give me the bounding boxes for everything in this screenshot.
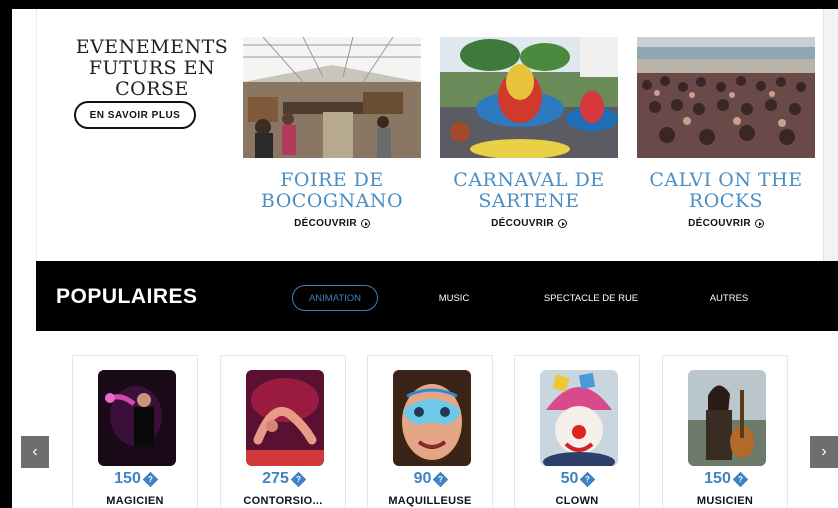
page: EVENEMENTS FUTURS EN CORSE EN SAVOIR PLU… (12, 9, 838, 508)
artist-name[interactable]: MAGICIEN (73, 495, 197, 507)
artist-card[interactable]: 150? MAGICIEN (72, 355, 198, 508)
currency-icon: ? (433, 471, 449, 488)
decouvrir-label: DÉCOUVRIR (294, 218, 357, 229)
artist-card[interactable]: 90? MAQUILLEUSE (367, 355, 493, 508)
populaires-title: POPULAIRES (56, 285, 198, 308)
event-name[interactable]: CARNAVAL DE SARTENE (440, 170, 618, 212)
arrow-circle-icon (754, 219, 764, 228)
decouvrir-link[interactable]: DÉCOUVRIR (440, 218, 618, 229)
artist-price-value: 275 (262, 470, 289, 487)
chevron-right-icon: › (821, 443, 827, 460)
artist-price: 50? (515, 470, 639, 488)
tab-spectacle-de-rue[interactable]: SPECTACLE DE RUE (536, 285, 646, 311)
decouvrir-link[interactable]: DÉCOUVRIR (637, 218, 815, 229)
currency-icon: ? (732, 471, 749, 488)
arrow-circle-icon (557, 219, 567, 228)
artist-price-value: 150 (704, 470, 731, 487)
artist-price: 90? (368, 470, 492, 488)
event-card[interactable]: CALVI ON THE ROCKS DÉCOUVRIR (637, 37, 815, 229)
artist-price: 275? (221, 470, 345, 488)
event-photo-beach[interactable] (637, 37, 815, 158)
artist-card[interactable]: 275? CONTORSIO... (220, 355, 346, 508)
popular-carousel: 150? MAGICIEN 275? CONTORSIO... 90 ? MAQ… (12, 331, 838, 508)
tab-animation[interactable]: ANIMATION (292, 285, 378, 311)
decouvrir-link[interactable]: DÉCOUVRIR (243, 218, 421, 229)
tab-music[interactable]: MUSIC (430, 285, 478, 311)
decouvrir-label: DÉCOUVRIR (688, 218, 751, 229)
artist-name[interactable]: MAQUILLEUSE (368, 495, 492, 507)
artist-price-value: 150 (114, 470, 141, 487)
artist-name[interactable]: CLOWN (515, 495, 639, 507)
artist-photo-contortionist[interactable] (246, 370, 324, 466)
en-savoir-plus-button[interactable]: EN SAVOIR PLUS (74, 101, 196, 129)
populaires-bar: POPULAIRES ANIMATION MUSIC SPECTACLE DE … (36, 261, 838, 331)
artist-photo-musician[interactable] (688, 370, 766, 466)
artist-name[interactable]: MUSICIEN (663, 495, 787, 507)
artist-name[interactable]: CONTORSIO... (221, 495, 345, 507)
artist-photo-face-paint[interactable] (393, 370, 471, 466)
event-name[interactable]: FOIRE DE BOCOGNANO (243, 170, 421, 212)
currency-icon: ? (580, 471, 596, 488)
right-gutter (823, 9, 838, 261)
currency-icon: ? (290, 471, 307, 488)
artist-card[interactable]: 50? CLOWN (514, 355, 640, 508)
carousel-prev-button[interactable]: ‹ (21, 436, 49, 468)
arrow-circle-icon (360, 219, 370, 228)
artist-price: 150? (73, 470, 197, 488)
artist-price-value: 50 (560, 470, 579, 487)
artist-photo-magician[interactable] (98, 370, 176, 466)
carousel-next-button[interactable]: › (810, 436, 838, 468)
artist-price: 150? (663, 470, 787, 488)
left-gutter (12, 9, 37, 261)
currency-icon: ? (142, 471, 159, 488)
artist-price-value: 90 (413, 470, 432, 487)
tab-autres[interactable]: AUTRES (702, 285, 756, 311)
event-card[interactable]: CARNAVAL DE SARTENE DÉCOUVRIR (440, 37, 618, 229)
events-section: EVENEMENTS FUTURS EN CORSE EN SAVOIR PLU… (12, 9, 838, 261)
decouvrir-label: DÉCOUVRIR (491, 218, 554, 229)
event-photo-market[interactable] (243, 37, 421, 158)
event-card[interactable]: FOIRE DE BOCOGNANO DÉCOUVRIR (243, 37, 421, 229)
event-photo-carnival[interactable] (440, 37, 618, 158)
events-title: EVENEMENTS FUTURS EN CORSE (75, 36, 229, 100)
artist-card[interactable]: 150? MUSICIEN (662, 355, 788, 508)
event-name[interactable]: CALVI ON THE ROCKS (637, 170, 815, 212)
artist-photo-clown[interactable] (540, 370, 618, 466)
chevron-left-icon: ‹ (32, 443, 38, 460)
